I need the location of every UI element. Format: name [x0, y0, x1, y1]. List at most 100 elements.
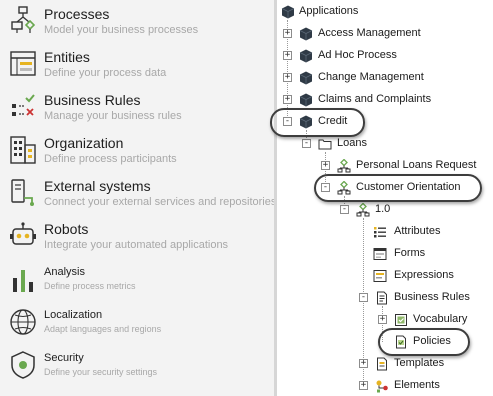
tree-label: Access Management [318, 27, 421, 39]
tree-label: Policies [413, 335, 451, 347]
nav-title: Security [44, 352, 84, 364]
expand-toggle[interactable]: + [283, 51, 292, 60]
tree-item-personal-loans-request[interactable]: + Personal Loans Request [277, 158, 493, 176]
tree-item-version[interactable]: - 1.0 [277, 202, 493, 220]
tree-label: Business Rules [394, 291, 470, 303]
tree-item-elements[interactable]: + Elements [277, 378, 493, 396]
nav-title: External systems [44, 178, 151, 194]
application-tree: Applications + Access Management + Ad Ho… [270, 0, 493, 396]
folder-icon [318, 137, 332, 151]
nav-title: Robots [44, 221, 89, 237]
tree-label: Personal Loans Request [356, 159, 477, 171]
nav-item-localization[interactable]: Localization Adapt languages and regions [0, 309, 274, 337]
nav-subtitle: Connect your external services and repos… [44, 196, 277, 208]
tree-item-templates[interactable]: + Templates [277, 356, 493, 374]
expand-toggle[interactable]: + [283, 95, 292, 104]
tree-label: Customer Orientation [356, 181, 461, 193]
nav-item-external-systems[interactable]: External systems Connect your external s… [0, 178, 277, 210]
collapse-toggle[interactable]: - [302, 139, 311, 148]
policy-document-icon [394, 335, 408, 349]
tree-item-loans[interactable]: - Loans [277, 136, 493, 154]
analysis-chart-icon [8, 264, 38, 294]
nav-item-analysis[interactable]: Analysis Define process metrics [0, 266, 274, 294]
nav-title: Processes [44, 6, 110, 22]
attributes-list-icon [373, 225, 387, 239]
tree-item-access-management[interactable]: + Access Management [277, 26, 493, 44]
process-flow-icon [8, 6, 38, 36]
template-icon [375, 357, 389, 371]
form-icon [373, 247, 387, 261]
collapse-toggle[interactable]: - [359, 293, 368, 302]
expand-toggle[interactable]: + [359, 359, 368, 368]
expand-toggle[interactable]: + [283, 73, 292, 82]
cube-icon [299, 27, 313, 41]
nav-subtitle: Define process participants [44, 153, 177, 165]
process-icon [337, 181, 351, 195]
cube-icon [299, 115, 313, 129]
nav-item-organization[interactable]: Organization Define process participants [0, 135, 274, 167]
nav-title: Entities [44, 49, 90, 65]
robot-icon [8, 221, 38, 251]
tree-item-customer-orientation[interactable]: - Customer Orientation [277, 180, 493, 198]
tree-item-credit[interactable]: - Credit [277, 114, 493, 132]
process-icon [337, 159, 351, 173]
expand-toggle[interactable]: + [359, 381, 368, 390]
tree-item-change-management[interactable]: + Change Management [277, 70, 493, 88]
tree-label: Applications [299, 5, 359, 17]
nav-item-processes[interactable]: Processes Model your business processes [0, 6, 274, 38]
cube-icon [299, 93, 313, 107]
cube-icon [299, 71, 313, 85]
cube-icon [299, 49, 313, 63]
vocabulary-book-icon [394, 313, 408, 327]
expand-toggle[interactable]: + [321, 161, 330, 170]
nav-subtitle: Manage your business rules [44, 110, 182, 122]
nav-subtitle: Define your security settings [44, 367, 158, 377]
nav-title: Business Rules [44, 92, 141, 108]
elements-icon [375, 379, 389, 393]
nav-title: Analysis [44, 266, 85, 278]
cube-icon [281, 5, 295, 19]
tree-item-claims-and-complaints[interactable]: + Claims and Complaints [277, 92, 493, 110]
external-systems-icon [8, 178, 38, 208]
version-process-icon [356, 203, 370, 217]
nav-title: Organization [44, 135, 124, 151]
tree-item-expressions[interactable]: Expressions [277, 268, 493, 286]
tree-item-ad-hoc-process[interactable]: + Ad Hoc Process [277, 48, 493, 66]
expression-icon [373, 269, 387, 283]
nav-subtitle: Adapt languages and regions [44, 324, 162, 334]
nav-item-entities[interactable]: Entities Define your process data [0, 49, 274, 81]
tree-label: Forms [394, 247, 426, 259]
tree-item-forms[interactable]: Forms [277, 246, 493, 264]
collapse-toggle[interactable]: - [283, 117, 292, 126]
tree-item-business-rules[interactable]: - Business Rules [277, 290, 493, 308]
entities-window-icon [8, 49, 38, 79]
tree-label: Elements [394, 379, 440, 391]
document-icon [375, 291, 389, 305]
nav-subtitle: Model your business processes [44, 24, 199, 36]
nav-subtitle: Define process metrics [44, 281, 136, 291]
navigation-panel: Processes Model your business processes … [0, 0, 277, 396]
expand-toggle[interactable]: + [283, 29, 292, 38]
tree-item-vocabulary[interactable]: + Vocabulary [277, 312, 493, 330]
nav-item-robots[interactable]: Robots Integrate your automated applicat… [0, 221, 274, 253]
business-rules-icon [8, 92, 38, 122]
nav-subtitle: Define your process data [44, 67, 167, 79]
nav-item-business-rules[interactable]: Business Rules Manage your business rule… [0, 92, 274, 124]
expand-toggle[interactable]: + [378, 315, 387, 324]
tree-label: Templates [394, 357, 445, 369]
tree-item-attributes[interactable]: Attributes [277, 224, 493, 242]
tree-label: Credit [318, 115, 348, 127]
nav-item-security[interactable]: Security Define your security settings [0, 350, 274, 380]
tree-label: Expressions [394, 269, 454, 281]
tree-label: Ad Hoc Process [318, 49, 397, 61]
security-shield-icon [8, 350, 38, 380]
tree-label: 1.0 [375, 203, 391, 215]
nav-subtitle: Integrate your automated applications [44, 239, 229, 251]
tree-root[interactable]: Applications [277, 4, 493, 22]
tree-label: Change Management [318, 71, 424, 83]
tree-item-policies[interactable]: Policies [277, 334, 493, 352]
organization-building-icon [8, 135, 38, 165]
tree-label: Loans [337, 137, 367, 149]
collapse-toggle[interactable]: - [321, 183, 330, 192]
collapse-toggle[interactable]: - [340, 205, 349, 214]
